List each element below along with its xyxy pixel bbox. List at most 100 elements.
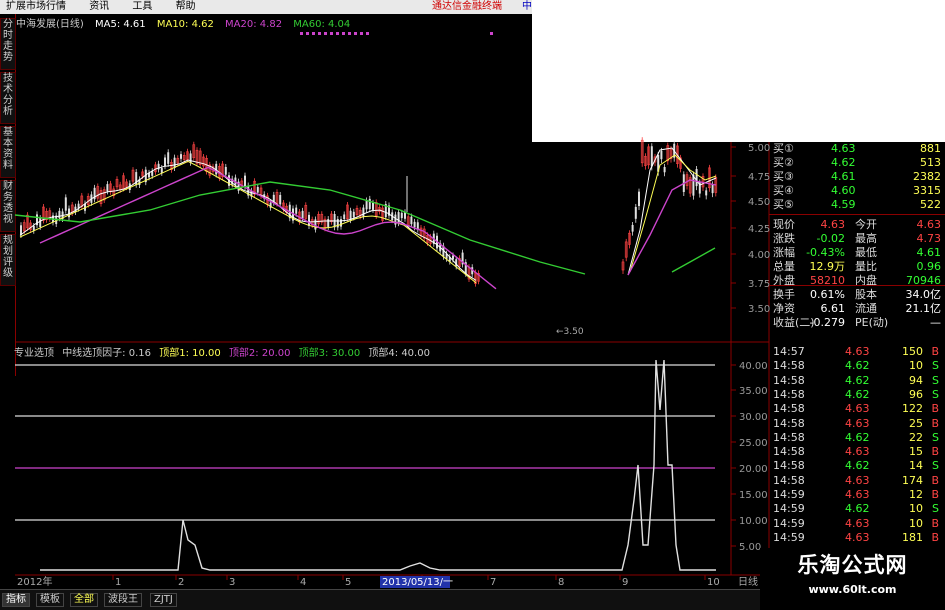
tick-time: 14:58: [773, 445, 805, 459]
tick-volume: 10: [909, 516, 923, 530]
stat-label: 换手: [773, 288, 795, 301]
bid-row: 买③ 4.61 2382: [769, 170, 945, 184]
price-axis-label: 4.75: [748, 172, 770, 183]
event-marker: [324, 32, 327, 35]
tick-time: 14:59: [773, 530, 805, 544]
candlestick: [167, 152, 170, 164]
tick-side: B: [931, 488, 939, 501]
tick-volume: 22: [909, 430, 923, 444]
bid-label: 买④: [773, 184, 794, 197]
indicator-name[interactable]: 专业选顶: [14, 348, 54, 359]
tick-price: 4.62: [845, 387, 870, 401]
tick-time: 14:58: [773, 387, 805, 401]
candlestick: [410, 216, 413, 225]
candlestick: [106, 184, 109, 192]
month-label: 7: [490, 577, 496, 588]
candlestick: [711, 184, 714, 194]
bid-volume: 881: [920, 142, 941, 155]
stat-row: 换手 0.61% 股本 34.0亿: [769, 288, 945, 302]
tick-time: 14:59: [773, 502, 805, 516]
tab-template[interactable]: 模板: [36, 593, 64, 607]
candlestick: [368, 198, 371, 210]
tick-volume: 94: [909, 373, 923, 387]
candlestick: [301, 210, 304, 219]
candlestick: [160, 168, 163, 173]
bid-label: 买③: [773, 170, 794, 183]
stat-value: 0.96: [916, 260, 942, 273]
candlestick: [638, 191, 640, 206]
stock-name: 中海发展(日线): [16, 19, 84, 30]
tab-band-king[interactable]: 波段王: [104, 593, 142, 607]
tick-row: 14:58 4.63 122 B: [769, 402, 945, 416]
tick-price: 4.63: [845, 402, 870, 416]
tick-side: B: [931, 402, 939, 416]
event-marker: [306, 32, 309, 35]
candlestick: [39, 218, 42, 227]
bid-label: 买⑤: [773, 198, 794, 211]
candlestick: [365, 200, 368, 210]
ma60-line: [14, 181, 586, 275]
event-marker: [354, 32, 357, 35]
stat-label: 涨跌: [773, 232, 795, 245]
tick-row: 14:58 4.62 22 S: [769, 431, 945, 445]
candlestick: [663, 167, 666, 173]
candlestick: [256, 186, 259, 193]
stat-value: —: [930, 316, 941, 329]
bid-label: 买①: [773, 142, 794, 155]
tick-side: S: [932, 502, 939, 516]
indicator-axis-label: 30.00: [739, 412, 768, 423]
stat-label: 总量: [773, 260, 795, 273]
indicator-axis-label: 10.00: [739, 516, 768, 527]
tick-volume: 174: [902, 473, 923, 487]
candlestick: [372, 202, 374, 210]
event-marker: [490, 32, 493, 35]
candlestick: [327, 219, 330, 227]
price-axis-label: 4.50: [748, 197, 770, 208]
bid-row: 买⑤ 4.59 522: [769, 198, 945, 212]
tab-indicator[interactable]: 指标: [2, 593, 30, 607]
year-label: 2012年: [17, 575, 52, 588]
tick-time: 14:58: [773, 373, 805, 387]
period-label: 日线: [738, 575, 758, 588]
stat-label: 收益(二): [773, 316, 815, 329]
month-label: 3: [229, 577, 235, 588]
tab-zjtj[interactable]: ZJTJ: [150, 593, 177, 607]
stat-value: 4.63: [820, 218, 846, 231]
tab-all[interactable]: 全部: [70, 593, 98, 607]
tick-volume: 14: [909, 459, 923, 473]
month-label: 8: [558, 577, 564, 588]
tick-time: 14:57: [773, 345, 805, 358]
tick-side: B: [931, 516, 939, 530]
tick-price: 4.63: [845, 416, 870, 430]
tick-side: B: [931, 416, 939, 430]
event-marker: [300, 32, 303, 35]
event-marker: [360, 32, 363, 35]
tick-side: B: [931, 445, 939, 459]
indicator-line: [40, 359, 716, 571]
tick-time: 14:59: [773, 516, 805, 530]
tick-side: B: [931, 345, 939, 358]
tick-row: 14:58 4.62 10 S: [769, 359, 945, 373]
stat-value: -0.43%: [806, 246, 845, 259]
bid-volume: 3315: [913, 184, 941, 197]
tick-volume: 122: [902, 402, 923, 416]
tick-row: 14:58 4.63 174 B: [769, 474, 945, 488]
indicator-axis-label: 25.00: [739, 438, 768, 449]
tick-row: 14:59 4.63 10 B: [769, 517, 945, 531]
event-marker: [348, 32, 351, 35]
ma5-label: MA5: 4.61: [95, 19, 146, 30]
month-label: 9: [622, 577, 628, 588]
candlestick: [244, 175, 246, 188]
stat-row: 收益(二) -0.279 PE(动) —: [769, 316, 945, 330]
tick-price: 4.63: [845, 488, 870, 501]
bid-row: 买① 4.63 881: [769, 142, 945, 156]
price-axis-label: 4.00: [748, 250, 770, 261]
stat-value: 4.73: [916, 232, 942, 245]
tick-price: 4.62: [845, 430, 870, 444]
tick-price: 4.62: [845, 502, 870, 516]
indicator-header: 专业选顶 中线选顶因子: 0.16 顶部1: 10.00 顶部2: 20.00 …: [14, 344, 435, 359]
ma20-line-right: [627, 179, 717, 276]
candlestick: [343, 214, 346, 219]
tick-side: S: [932, 359, 939, 373]
candlestick: [64, 197, 67, 211]
